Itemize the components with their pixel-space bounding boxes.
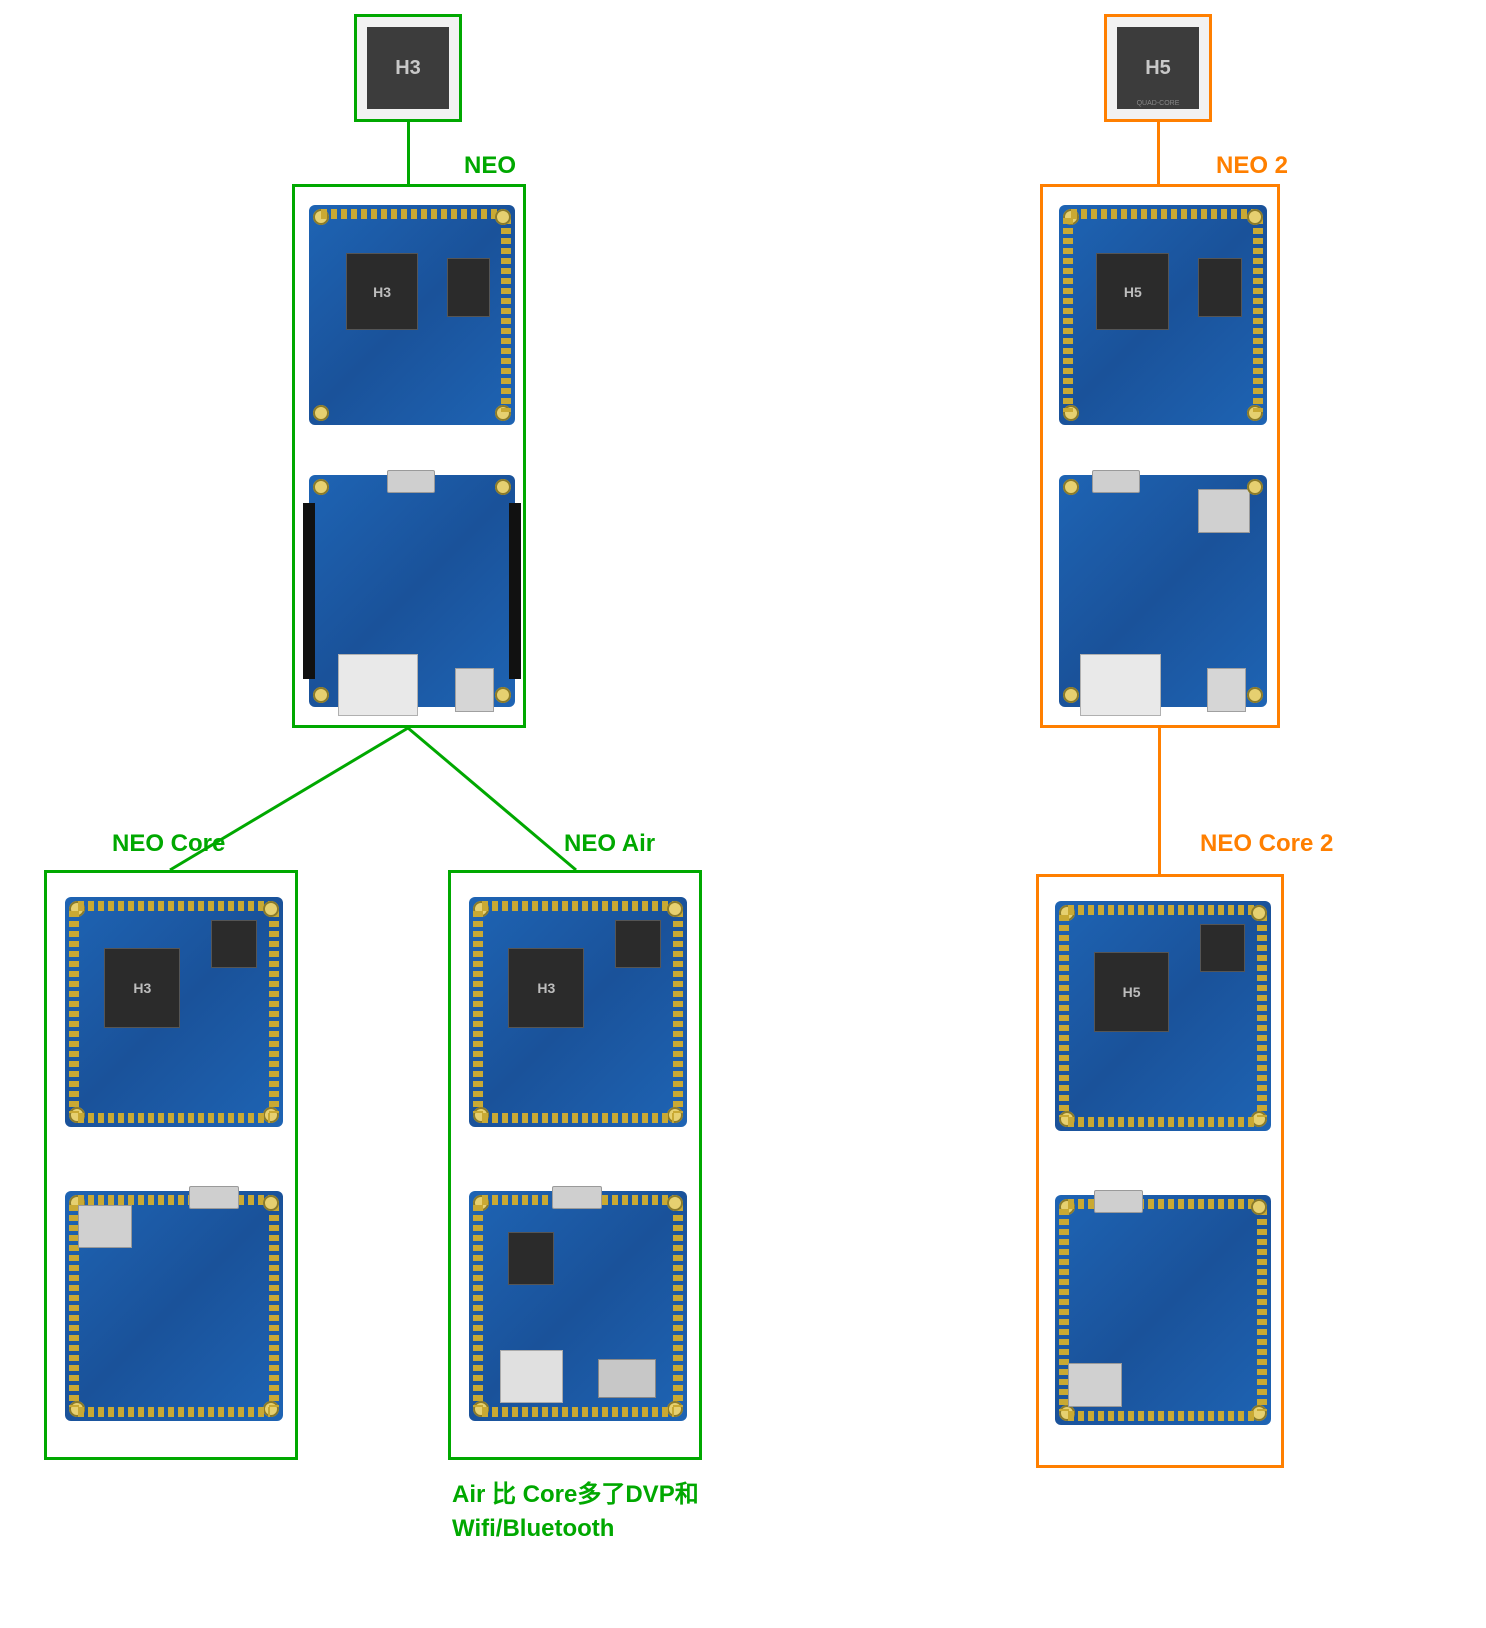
neo-core2-box: H5 (1036, 874, 1284, 1468)
neo2-board-front: H5 (1059, 205, 1267, 425)
connector-h5-to-neo2 (1157, 122, 1160, 184)
neo-air-box: H3 (448, 870, 702, 1460)
connector-neo-to-children (0, 0, 800, 900)
neo-core-board-front: H3 (65, 897, 283, 1127)
neo-core2-board-back (1055, 1195, 1271, 1425)
neo2-board-back (1059, 475, 1267, 707)
neo-core2-soc-label: H5 (1094, 952, 1169, 1032)
chip-h5: H5 QUAD-CORE (1107, 17, 1209, 119)
neo-core-soc-label: H3 (104, 948, 180, 1028)
neo-core2-board-front: H5 (1055, 901, 1271, 1131)
neo-core-board-back (65, 1191, 283, 1421)
chip-h5-sub: QUAD-CORE (1117, 100, 1199, 107)
label-neo-core: NEO Core (112, 830, 225, 858)
neo-core-box: H3 (44, 870, 298, 1460)
neo-air-board-front: H3 (469, 897, 687, 1127)
neo2-box: H5 (1040, 184, 1280, 728)
label-neo-core2: NEO Core 2 (1200, 830, 1333, 858)
neo-air-board-back (469, 1191, 687, 1421)
neo-air-soc-label: H3 (508, 948, 584, 1028)
chip-h5-label: H5 (1117, 27, 1199, 109)
label-neo2: NEO 2 (1216, 152, 1288, 180)
label-air-note: Air 比 Core多了DVP和 Wifi/Bluetooth (452, 1478, 699, 1546)
chip-h5-box: H5 QUAD-CORE (1104, 14, 1212, 122)
connector-neo2-to-neocore2 (1158, 728, 1161, 874)
neo2-soc-label: H5 (1096, 253, 1169, 330)
label-neo-air: NEO Air (564, 830, 655, 858)
